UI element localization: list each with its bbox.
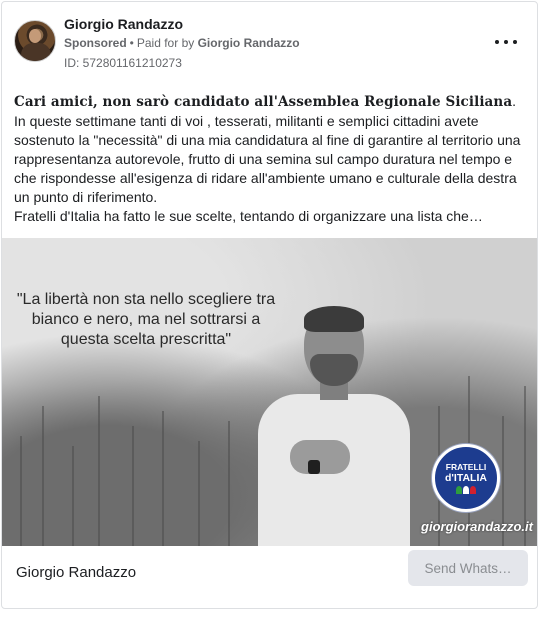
payer-name: Giorgio Randazzo bbox=[197, 36, 300, 50]
fratelli-ditalia-logo: FRATELLI d'ITALIA bbox=[432, 444, 500, 512]
flame-red bbox=[470, 486, 476, 494]
more-options-icon[interactable] bbox=[495, 36, 517, 48]
reed-shape bbox=[98, 396, 100, 546]
send-whatsapp-button[interactable]: Send Whats… bbox=[408, 550, 528, 586]
dot-icon bbox=[513, 40, 517, 44]
headline-period: . bbox=[512, 93, 517, 109]
page-name-link[interactable]: Giorgio Randazzo bbox=[64, 16, 183, 32]
dot-icon bbox=[495, 40, 499, 44]
paid-for-prefix: Paid for by bbox=[136, 36, 195, 50]
sponsored-line: Sponsored • Paid for by Giorgio Randazzo bbox=[64, 36, 300, 50]
logo-line-2: d'ITALIA bbox=[445, 472, 487, 484]
ad-id: ID: 572801161210273 bbox=[64, 56, 182, 70]
flame-white bbox=[463, 486, 469, 494]
logo-line-1: FRATELLI bbox=[445, 462, 487, 472]
ad-image[interactable]: "La libertà non sta nello scegliere tra … bbox=[2, 238, 537, 546]
dot-icon bbox=[504, 40, 508, 44]
reed-shape bbox=[198, 441, 200, 546]
hands-shape bbox=[290, 440, 350, 474]
ad-card: Giorgio Randazzo Sponsored • Paid for by G… bbox=[1, 1, 538, 609]
reed-shape bbox=[162, 411, 164, 546]
page-avatar[interactable] bbox=[14, 20, 56, 62]
post-paragraph-2: Fratelli d'Italia ha fatto le sue scelte… bbox=[14, 208, 483, 224]
hair-shape bbox=[304, 306, 364, 332]
footer-title[interactable]: Giorgio Randazzo bbox=[16, 564, 136, 581]
beard-shape bbox=[310, 354, 358, 386]
sponsored-label: Sponsored bbox=[64, 36, 127, 50]
reed-shape bbox=[20, 436, 22, 546]
watch-icon bbox=[308, 460, 320, 474]
post-paragraph-1: In queste settimane tanti di voi , tesse… bbox=[14, 113, 521, 205]
reed-shape bbox=[228, 421, 230, 546]
site-url-watermark: giorgiorandazzo.it bbox=[421, 519, 533, 534]
reed-shape bbox=[72, 446, 74, 546]
post-headline: Cari amici, non sarò candidato all'Assem… bbox=[14, 94, 513, 110]
image-quote: "La libertà non sta nello scegliere tra … bbox=[16, 291, 276, 348]
avatar-body bbox=[21, 43, 51, 61]
avatar-face bbox=[29, 29, 41, 43]
candidate-photo bbox=[252, 306, 422, 546]
post-headline-line: Cari amici, non sarò candidato all'Assem… bbox=[14, 92, 530, 112]
tricolor-flame-icon bbox=[456, 486, 476, 494]
flame-green bbox=[456, 486, 462, 494]
post-text: Cari amici, non sarò candidato all'Assem… bbox=[14, 92, 530, 226]
reed-shape bbox=[132, 426, 134, 546]
reed-shape bbox=[42, 406, 44, 546]
separator-dot: • bbox=[129, 36, 134, 50]
